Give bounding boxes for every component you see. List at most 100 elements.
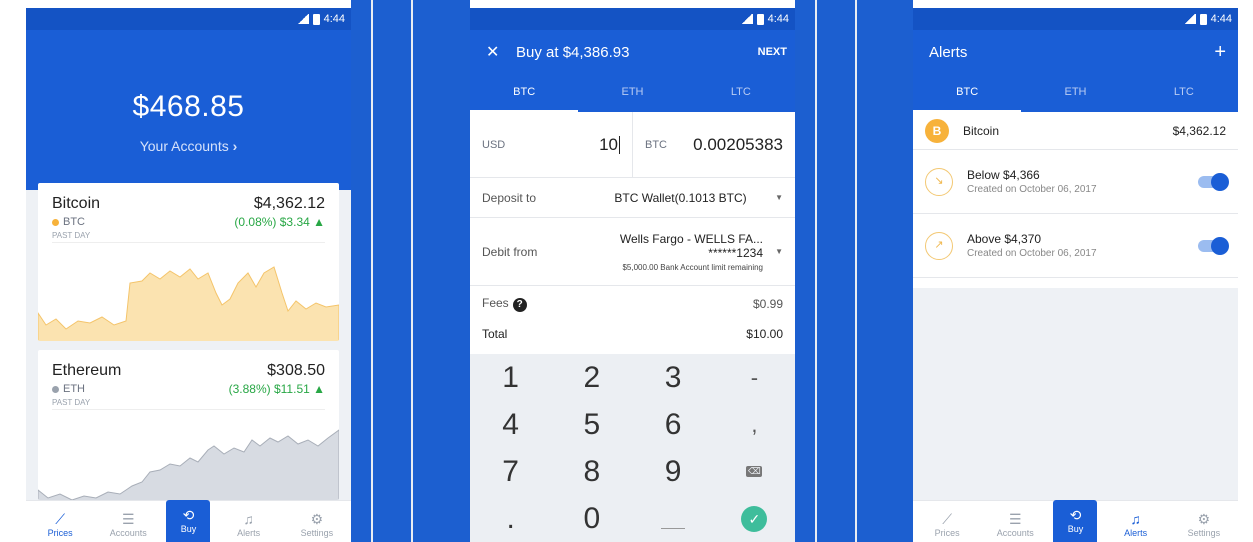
nav-settings[interactable]: ⚙ Settings — [287, 510, 347, 542]
key-1[interactable]: 1 — [470, 354, 551, 401]
tab-eth[interactable]: ETH — [578, 74, 686, 112]
help-icon[interactable]: ? — [512, 298, 527, 312]
key-0[interactable]: 0 — [551, 495, 632, 542]
your-accounts-link[interactable]: Your Accounts › — [26, 138, 351, 154]
your-accounts-label: Your Accounts — [139, 138, 229, 154]
deposit-to-row[interactable]: Deposit to BTC Wallet(0.1013 BTC) ▼ — [470, 178, 795, 218]
usd-value: 10 — [599, 134, 618, 154]
key-decimal[interactable]: . — [470, 495, 551, 542]
nav-accounts[interactable]: ☰ Accounts — [98, 510, 158, 542]
usd-amount-field[interactable]: USD 10 — [470, 112, 632, 177]
empty-area — [913, 288, 1238, 500]
status-time: 4:44 — [767, 13, 789, 25]
key-2[interactable]: 2 — [551, 354, 632, 401]
alert-item[interactable]: ↗ Above $4,370 Created on October 06, 20… — [913, 214, 1238, 278]
coin-price: $4,362.12 — [1172, 123, 1226, 138]
chevron-right-icon: › — [232, 138, 238, 154]
tab-btc[interactable]: BTC — [470, 74, 579, 112]
card-coin-price: $308.50 — [267, 362, 325, 379]
status-bar: 4:44 — [470, 8, 795, 30]
nav-accounts[interactable]: ☰ Accounts — [985, 510, 1045, 542]
btc-amount-field[interactable]: BTC 0.00205383 — [632, 112, 795, 177]
usd-label: USD — [482, 138, 506, 151]
key-5[interactable]: 5 — [551, 401, 632, 448]
tab-btc[interactable]: BTC — [913, 74, 1022, 112]
buy-toolbar: ✕ Buy at $4,386.93 NEXT — [470, 30, 795, 74]
backspace-key[interactable]: ⌫ — [714, 448, 795, 495]
exchange-icon: ⟲ — [1069, 507, 1082, 523]
tab-ltc[interactable]: LTC — [1130, 74, 1238, 112]
nav-settings[interactable]: ⚙ Settings — [1174, 510, 1234, 542]
status-bar: 4:44 — [26, 8, 351, 30]
price-card-bitcoin[interactable]: Bitcoin $4,362.12 BTC (0.08%) $3.34 ▲ PA… — [38, 183, 339, 341]
debit-bank-name: Wells Fargo - WELLS FA... — [619, 231, 763, 246]
trend-down-icon: ↘ — [925, 167, 953, 196]
btc-value: 0.00205383 — [693, 134, 783, 154]
key-9[interactable]: 9 — [633, 448, 714, 495]
nav-label: Alerts — [237, 528, 261, 538]
nav-buy[interactable]: ⟲ Buy — [1053, 500, 1098, 542]
key-6[interactable]: 6 — [633, 401, 714, 448]
tab-eth[interactable]: ETH — [1021, 74, 1129, 112]
btc-dot-icon — [52, 218, 59, 226]
confirm-key[interactable]: ✓ — [714, 495, 795, 542]
phone-bezel — [351, 0, 470, 542]
key-8[interactable]: 8 — [551, 448, 632, 495]
nav-prices[interactable]: ⟋ Prices — [917, 510, 977, 542]
price-card-ethereum[interactable]: Ethereum $308.50 ETH (3.88%) $11.51 ▲ PA… — [38, 350, 339, 500]
amount-inputs: USD 10 BTC 0.00205383 — [470, 112, 795, 178]
phone-bezel — [795, 0, 913, 542]
battery-icon — [756, 13, 764, 25]
key-minus[interactable]: - — [714, 354, 795, 401]
key-space[interactable] — [633, 495, 714, 542]
dropdown-arrow-icon: ▼ — [775, 247, 783, 256]
nav-label: Buy — [180, 524, 197, 534]
coin-price-row: B Bitcoin $4,362.12 — [913, 112, 1238, 150]
ethereum-sparkline — [38, 429, 339, 500]
nav-prices[interactable]: ⟋ Prices — [30, 510, 90, 542]
total-value: $10.00 — [746, 327, 783, 341]
card-period: PAST DAY — [52, 229, 325, 243]
debit-from-row[interactable]: Debit from Wells Fargo - WELLS FA... ***… — [470, 218, 795, 286]
signal-icon — [1183, 14, 1196, 24]
chart-icon: ⟋ — [55, 511, 65, 527]
list-icon: ☰ — [122, 511, 135, 527]
nav-label: Prices — [47, 528, 73, 538]
key-7[interactable]: 7 — [470, 448, 551, 495]
numeric-keypad: 1 2 3 - 4 5 6 , 7 8 9 ⌫ . 0 ✓ — [470, 354, 795, 542]
toggle-knob — [1211, 236, 1229, 255]
fees-label: Fees — [482, 296, 509, 310]
nav-alerts[interactable]: ♫ Alerts — [219, 510, 279, 542]
alert-toggle[interactable] — [1198, 172, 1229, 191]
add-alert-button[interactable]: + — [1214, 41, 1226, 64]
phone-bezel — [1238, 0, 1253, 542]
card-coin-change: (3.88%) $11.51 ▲ — [228, 382, 325, 396]
total-label: Total — [482, 327, 508, 341]
phone-bezel — [0, 0, 26, 542]
key-comma[interactable]: , — [714, 401, 795, 448]
debit-label: Debit from — [482, 244, 538, 259]
exchange-icon: ⟲ — [182, 507, 195, 523]
alert-item[interactable]: ↘ Below $4,366 Created on October 06, 20… — [913, 150, 1238, 214]
key-4[interactable]: 4 — [470, 401, 551, 448]
btc-label: BTC — [645, 138, 667, 151]
nav-buy[interactable]: ⟲ Buy — [166, 500, 211, 542]
backspace-icon: ⌫ — [746, 466, 763, 477]
trend-up-icon: ↗ — [925, 231, 953, 260]
space-bar-icon — [661, 528, 686, 529]
portfolio-balance: $468.85 — [132, 90, 245, 123]
status-time: 4:44 — [1210, 13, 1232, 25]
nav-label: Accounts — [109, 528, 147, 538]
battery-icon — [1199, 13, 1207, 25]
key-3[interactable]: 3 — [633, 354, 714, 401]
bell-icon: ♫ — [1130, 511, 1141, 527]
nav-alerts[interactable]: ♫ Alerts — [1106, 510, 1166, 542]
tab-ltc[interactable]: LTC — [687, 74, 795, 112]
alert-title: Above $4,370 — [967, 232, 1042, 246]
status-bar: 4:44 — [913, 8, 1238, 30]
alert-subtitle: Created on October 06, 2017 — [967, 248, 1097, 259]
alerts-toolbar: Alerts + — [913, 30, 1238, 74]
alert-toggle[interactable] — [1198, 236, 1229, 255]
next-button[interactable]: NEXT — [758, 46, 787, 58]
close-icon[interactable]: ✕ — [486, 42, 516, 62]
